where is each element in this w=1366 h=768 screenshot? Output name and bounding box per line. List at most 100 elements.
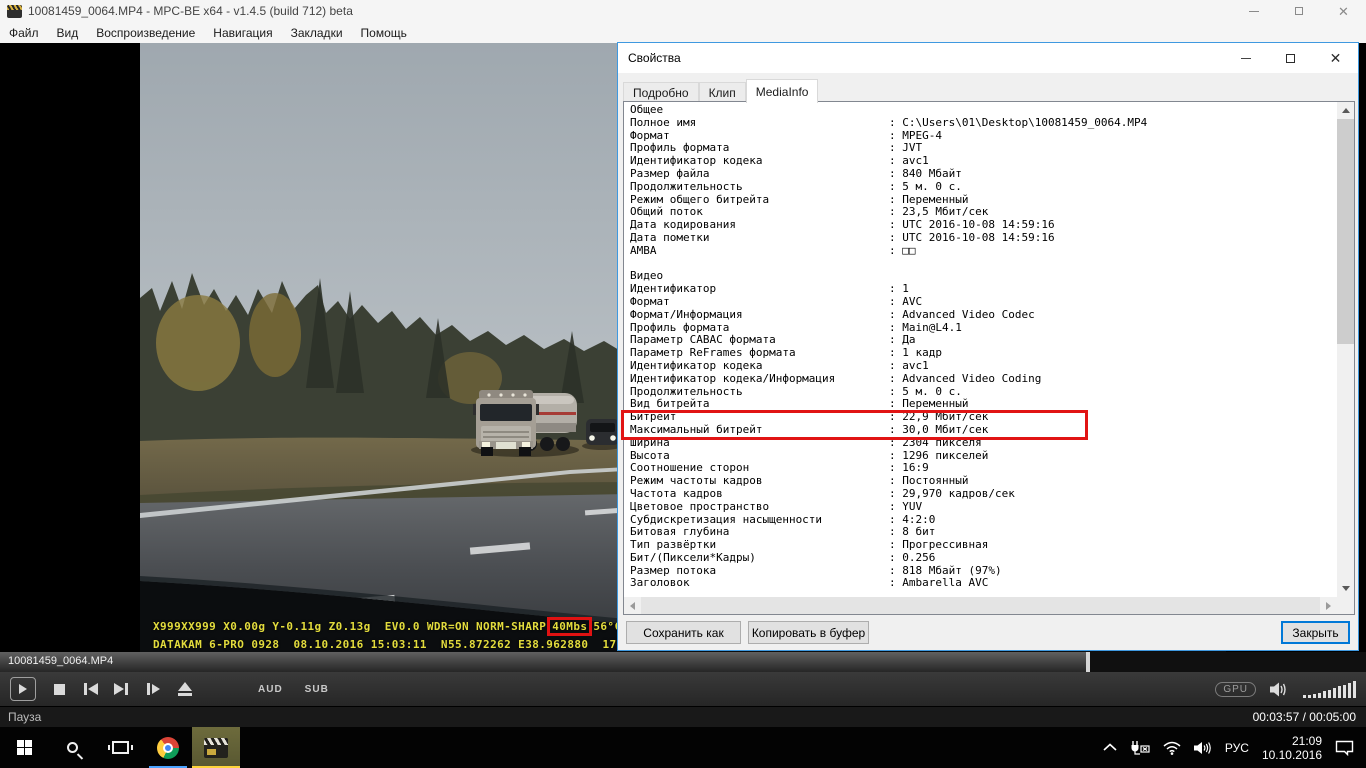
mediainfo-row: Формат: MPEG-4 (630, 130, 1337, 143)
speaker-icon[interactable] (1270, 682, 1289, 697)
close-dialog-button[interactable]: Закрыть (1281, 621, 1350, 644)
menu-navigation[interactable]: Навигация (204, 22, 281, 43)
tab-details[interactable]: Подробно (623, 82, 699, 103)
frame-step-icon (147, 683, 150, 695)
dashcam-osd-line1: X999XX999 X0.00g Y-0.11g Z0.13g EV0.0 WD… (153, 620, 621, 633)
dialog-button-row: Сохранить как Копировать в буфер Закрыть (618, 621, 1358, 644)
skip-back-icon (88, 683, 98, 695)
playing-filename: 10081459_0064.MP4 (8, 655, 113, 667)
audio-track-button[interactable]: AUD (258, 684, 283, 695)
status-bar: Пауза 00:03:57 / 00:05:00 (0, 706, 1366, 727)
play-button[interactable] (10, 677, 36, 701)
dialog-minimize-button[interactable] (1223, 43, 1268, 73)
taskbar-mpc-be-active[interactable] (192, 727, 240, 768)
skip-forward-icon (114, 683, 124, 695)
mediainfo-row: Максимальный битрейт: 30,0 Мбит/сек (630, 424, 1337, 437)
arrow-down-icon (1342, 586, 1350, 595)
dialog-tabs: Подробно Клип MediaInfo (623, 79, 818, 103)
menu-bar: Файл Вид Воспроизведение Навигация Закла… (0, 22, 1366, 43)
copy-to-clipboard-button[interactable]: Копировать в буфер (748, 621, 869, 644)
playback-time: 00:03:57 / 00:05:00 (1253, 710, 1356, 724)
tray-expand-chevron-icon[interactable] (1103, 743, 1117, 752)
mpc-be-app-icon (7, 5, 22, 18)
minimize-button[interactable] (1231, 0, 1276, 22)
volume-slider[interactable] (1303, 681, 1356, 698)
next-button[interactable] (114, 677, 128, 701)
arrow-right-icon (1326, 602, 1335, 610)
horizontal-scrollbar[interactable] (624, 597, 1337, 614)
close-button[interactable]: ✕ (1321, 0, 1366, 22)
maximize-icon (1286, 54, 1295, 63)
mediainfo-rows: ОбщееПолное имя: C:\Users\01\Desktop\100… (624, 102, 1337, 597)
mediainfo-row: Частота кадров: 29,970 кадров/сек (630, 488, 1337, 501)
car (582, 419, 622, 450)
previous-button[interactable] (84, 677, 98, 701)
tab-mediainfo[interactable]: MediaInfo (746, 79, 819, 103)
arrow-left-icon (626, 602, 635, 610)
stop-button[interactable] (54, 677, 65, 701)
skip-back-icon (84, 683, 87, 695)
window-titlebar: 10081459_0064.MP4 - MPC-BE x64 - v1.4.5 … (0, 0, 1366, 22)
wifi-icon[interactable] (1163, 741, 1181, 755)
windows-taskbar: РУС 21:09 10.10.2016 (0, 727, 1366, 768)
menu-file[interactable]: Файл (0, 22, 48, 43)
minimize-icon (1249, 11, 1259, 12)
menu-view[interactable]: Вид (48, 22, 88, 43)
frame-step-icon (152, 684, 160, 694)
mpc-be-icon (204, 738, 228, 758)
clock[interactable]: 21:09 10.10.2016 (1262, 734, 1322, 762)
play-icon (19, 684, 27, 694)
mediainfo-row: Субдискретизация насыщенности: 4:2:0 (630, 514, 1337, 527)
clock-time: 21:09 (1262, 734, 1322, 748)
mediainfo-row: Идентификатор: 1 (630, 283, 1337, 296)
mediainfo-row: Идентификатор кодека/Информация: Advance… (630, 373, 1337, 386)
dialog-maximize-button[interactable] (1268, 43, 1313, 73)
eject-icon (178, 693, 192, 696)
scroll-up-button[interactable] (1337, 102, 1354, 119)
dashcam-osd-line2: DATAKAM 6-PRO 0928 08.10.2016 15:03:11 N… (153, 638, 659, 651)
close-icon: ✕ (1338, 5, 1349, 18)
menu-bookmarks[interactable]: Закладки (282, 22, 352, 43)
mediainfo-row: Продолжительность: 5 м. 0 с. (630, 181, 1337, 194)
tab-clip[interactable]: Клип (699, 82, 746, 103)
gpu-status-badge: GPU (1215, 682, 1256, 697)
start-button[interactable] (0, 727, 48, 768)
tray-speaker-icon[interactable] (1194, 741, 1212, 755)
mediainfo-row: Тип развёртки: Прогрессивная (630, 539, 1337, 552)
scroll-left-button[interactable] (624, 597, 641, 614)
menu-playback[interactable]: Воспроизведение (87, 22, 204, 43)
eject-button[interactable] (178, 677, 192, 701)
mediainfo-row: Полное имя: C:\Users\01\Desktop\10081459… (630, 117, 1337, 130)
restore-button[interactable] (1276, 0, 1321, 22)
mediainfo-row: Видео (630, 270, 1337, 283)
windows-logo-icon (17, 740, 32, 755)
playback-state: Пауза (8, 710, 41, 724)
frame-step-button[interactable] (147, 677, 160, 701)
dialog-titlebar: Свойства ✕ (618, 43, 1358, 73)
seek-progress-fill (0, 652, 1086, 672)
chrome-icon (157, 737, 179, 759)
mediainfo-row: Заголовок: Ambarella AVC (630, 577, 1337, 590)
scroll-right-button[interactable] (1320, 597, 1337, 614)
subtitle-track-button[interactable]: SUB (305, 684, 329, 695)
seek-position-marker[interactable] (1086, 652, 1090, 672)
mediainfo-row: AMBA: □□ (630, 245, 1337, 258)
scroll-down-button[interactable] (1337, 580, 1354, 597)
dialog-close-button[interactable]: ✕ (1313, 43, 1358, 73)
horizontal-scroll-thumb[interactable] (641, 597, 1320, 614)
eject-icon (178, 682, 192, 691)
seek-bar[interactable]: 10081459_0064.MP4 (0, 652, 1366, 672)
power-plug-icon[interactable] (1130, 740, 1150, 756)
keyboard-language-indicator[interactable]: РУС (1225, 741, 1249, 755)
taskbar-chrome[interactable] (144, 727, 192, 768)
save-as-button[interactable]: Сохранить как (626, 621, 741, 644)
vertical-scrollbar[interactable] (1337, 102, 1354, 597)
action-center-icon[interactable] (1335, 740, 1354, 756)
properties-dialog: Свойства ✕ Подробно Клип MediaInfo Общее… (617, 42, 1359, 651)
search-button[interactable] (48, 727, 96, 768)
task-view-button[interactable] (96, 727, 144, 768)
vertical-scroll-thumb[interactable] (1337, 119, 1354, 344)
menu-help[interactable]: Помощь (352, 22, 416, 43)
search-icon (67, 742, 78, 753)
mediainfo-row: Цветовое пространство: YUV (630, 501, 1337, 514)
